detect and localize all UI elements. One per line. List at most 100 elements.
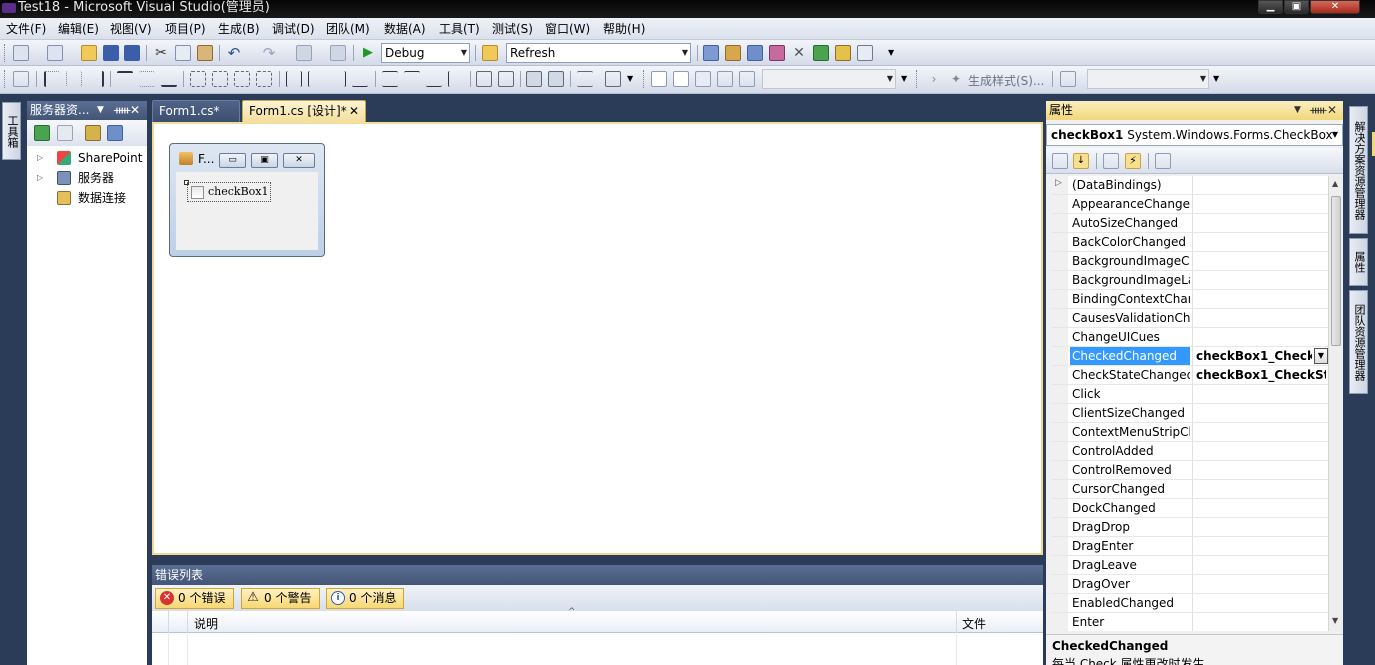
- open-file-icon[interactable]: [81, 45, 97, 61]
- toolbox-tab[interactable]: 工具箱: [2, 102, 21, 160]
- document-icon[interactable]: [673, 71, 689, 87]
- toolbox-icon[interactable]: [769, 45, 785, 61]
- align-bottoms-icon[interactable]: [161, 71, 177, 87]
- tree-item-sharepoint[interactable]: ▷ SharePoint: [27, 148, 147, 168]
- start-debugging-icon[interactable]: ▶: [360, 45, 376, 61]
- expand-icon[interactable]: ▷: [1055, 178, 1062, 188]
- tab-form1-design[interactable]: Form1.cs [设计]* ✕: [242, 100, 366, 122]
- event-value[interactable]: [1192, 423, 1326, 441]
- object-selector[interactable]: checkBox1 System.Windows.Forms.CheckBox …: [1046, 124, 1343, 146]
- navigate-forward-icon[interactable]: [330, 45, 346, 61]
- expand-icon[interactable]: ▷: [37, 148, 43, 168]
- lock-controls-icon[interactable]: [577, 71, 593, 87]
- menu-build[interactable]: 生成(B): [218, 21, 260, 37]
- stop-refresh-icon[interactable]: [57, 125, 73, 141]
- event-value[interactable]: [1192, 537, 1326, 555]
- column-file[interactable]: 文件: [962, 615, 986, 632]
- toolbar-grip[interactable]: [4, 70, 7, 88]
- form-designer-surface[interactable]: F... ▭ ▣ ✕ checkBox1: [152, 122, 1043, 555]
- find-in-files-icon[interactable]: [482, 45, 498, 61]
- event-row[interactable]: ClientSizeChanged: [1052, 404, 1334, 423]
- arrow-right-icon[interactable]: ›: [926, 71, 942, 87]
- event-value[interactable]: [1192, 385, 1326, 403]
- decrease-vertical-spacing-icon[interactable]: [426, 71, 442, 87]
- command-window-icon[interactable]: [857, 45, 873, 61]
- event-row[interactable]: ▷ (DataBindings): [1052, 176, 1334, 195]
- size-to-grid-icon[interactable]: [256, 71, 272, 87]
- event-row[interactable]: BindingContextChanged: [1052, 290, 1334, 309]
- toolbar-overflow-icon[interactable]: ▼: [888, 45, 904, 61]
- toolbar-overflow-icon[interactable]: ▼: [627, 71, 643, 87]
- add-item-icon[interactable]: [47, 45, 63, 61]
- undo-icon[interactable]: ↶: [226, 45, 242, 61]
- horizontal-spacing-equal-icon[interactable]: [286, 71, 302, 87]
- align-rights-icon[interactable]: [88, 71, 104, 87]
- new-document-icon[interactable]: [651, 71, 667, 87]
- event-row[interactable]: ContextMenuStripChanged: [1052, 423, 1334, 442]
- properties-view-icon[interactable]: [1103, 153, 1119, 169]
- format-icon[interactable]: [717, 71, 733, 87]
- close-icon[interactable]: ✕: [349, 101, 359, 121]
- scroll-down-icon[interactable]: ▼: [1332, 616, 1338, 625]
- event-row[interactable]: AutoSizeChanged: [1052, 214, 1334, 233]
- toolbar-grip[interactable]: [4, 44, 7, 62]
- close-button[interactable]: ✕: [1310, 0, 1360, 14]
- align-tops-icon[interactable]: [117, 71, 133, 87]
- event-value[interactable]: [1192, 556, 1326, 574]
- increase-vertical-spacing-icon[interactable]: [404, 71, 420, 87]
- tree-item-data-connections[interactable]: 数据连接: [27, 188, 147, 208]
- event-row[interactable]: DragOver: [1052, 575, 1334, 594]
- checkbox-box[interactable]: [191, 186, 204, 199]
- warnings-filter-button[interactable]: ⚠ 0 个警告: [241, 588, 320, 609]
- properties-window-icon[interactable]: [725, 45, 741, 61]
- bring-to-front-icon[interactable]: [526, 71, 542, 87]
- object-browser-icon[interactable]: [747, 45, 763, 61]
- copy-icon[interactable]: [175, 45, 191, 61]
- preview-icon[interactable]: [1060, 71, 1076, 87]
- decrease-horizontal-spacing-icon[interactable]: [330, 71, 346, 87]
- toolbar-grip[interactable]: [643, 70, 646, 88]
- event-row[interactable]: BackColorChanged: [1052, 233, 1334, 252]
- event-value[interactable]: [1192, 461, 1326, 479]
- event-value[interactable]: [1192, 404, 1326, 422]
- event-row[interactable]: DragDrop: [1052, 518, 1334, 537]
- property-pages-icon[interactable]: [1155, 153, 1171, 169]
- connect-to-server-icon[interactable]: [107, 125, 123, 141]
- event-value[interactable]: [1192, 594, 1326, 612]
- event-row[interactable]: AppearanceChanged: [1052, 195, 1334, 214]
- close-icon[interactable]: ✕: [283, 153, 315, 168]
- magic-wand-icon[interactable]: ✦: [948, 71, 964, 87]
- event-value[interactable]: [1192, 195, 1326, 213]
- event-row[interactable]: DockChanged: [1052, 499, 1334, 518]
- property-grid-scrollbar[interactable]: ▲ ▼: [1328, 176, 1342, 631]
- event-value[interactable]: [1192, 575, 1326, 593]
- solution-explorer-icon[interactable]: [703, 45, 719, 61]
- toolbar-overflow-icon[interactable]: ▼: [1213, 71, 1229, 87]
- cut-icon[interactable]: ✂: [153, 45, 169, 61]
- navigate-backward-icon[interactable]: [296, 45, 312, 61]
- paste-icon[interactable]: [197, 45, 213, 61]
- event-value[interactable]: [1192, 233, 1326, 251]
- menu-edit[interactable]: 编辑(E): [58, 21, 99, 37]
- close-icon[interactable]: ✕: [130, 101, 140, 120]
- increase-horizontal-spacing-icon[interactable]: [308, 71, 324, 87]
- event-row[interactable]: CursorChanged: [1052, 480, 1334, 499]
- event-row[interactable]: EnabledChanged: [1052, 594, 1334, 613]
- extension-manager-icon[interactable]: [835, 45, 851, 61]
- chevron-down-icon[interactable]: ▼: [1314, 348, 1328, 364]
- align-centers-icon[interactable]: [66, 71, 82, 87]
- messages-filter-button[interactable]: i 0 个消息: [326, 588, 404, 609]
- menu-project[interactable]: 项目(P): [165, 21, 206, 37]
- event-row[interactable]: ChangeUICues: [1052, 328, 1334, 347]
- event-value[interactable]: [1192, 290, 1326, 308]
- make-same-width-icon[interactable]: [190, 71, 206, 87]
- checkbox1-control[interactable]: checkBox1: [187, 182, 271, 202]
- form-client-area[interactable]: checkBox1: [176, 172, 318, 250]
- redo-icon[interactable]: ↷: [261, 45, 277, 61]
- event-value[interactable]: [1192, 309, 1326, 327]
- tab-order-icon[interactable]: [605, 71, 621, 87]
- make-same-height-icon[interactable]: [212, 71, 228, 87]
- send-to-back-icon[interactable]: [548, 71, 564, 87]
- maximize-button[interactable]: ▣: [1284, 0, 1309, 14]
- event-value[interactable]: checkBox1_CheckStateChanged: [1192, 366, 1326, 384]
